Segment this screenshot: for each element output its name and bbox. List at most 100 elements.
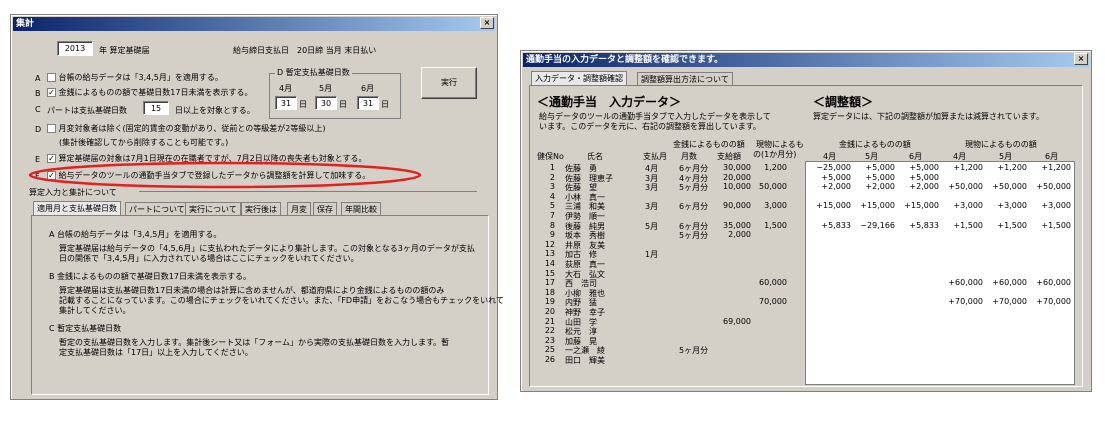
cell-no: 5 bbox=[549, 201, 555, 211]
input-data-desc: います。このデータを元に、右記の調整額を算出しています。 bbox=[539, 122, 761, 131]
option-d[interactable]: 月変対象者は除く(固定的賃金の変動があり、従前との等級差が2等級以上) bbox=[47, 123, 325, 134]
days-field-april[interactable]: 31 bbox=[275, 96, 297, 110]
cell-amount: 30,000 bbox=[723, 163, 751, 172]
tab-annual-compare[interactable]: 年間比較 bbox=[341, 202, 381, 216]
days-field-june[interactable]: 31 bbox=[357, 96, 379, 110]
header-inkind: の(1か月分) bbox=[753, 150, 797, 159]
run-button[interactable]: 実行 bbox=[421, 67, 477, 99]
day-unit: 日 bbox=[299, 100, 307, 109]
adjustment-cell: +5,000 bbox=[909, 172, 939, 182]
adjustment-cell: +1,200 bbox=[1041, 163, 1071, 172]
cell-no: 4 bbox=[549, 191, 555, 201]
summary-window: 集計 × 2013 年 算定基礎届 給与締日支払日 20日締 当月 末日払い A… bbox=[10, 14, 504, 400]
adjustment-cell: −25,000 bbox=[816, 163, 851, 172]
adjustment-cell: +70,000 bbox=[992, 297, 1027, 307]
adjustment-cell: −29,166 bbox=[860, 220, 895, 230]
adjustment-cell: +5,833 bbox=[909, 220, 939, 230]
cell-months: 6ヶ月分 bbox=[679, 202, 709, 212]
cell-months: 5ヶ月分 bbox=[679, 346, 709, 356]
tab-input-check[interactable]: 入力データ・調整額確認 bbox=[531, 71, 627, 85]
adjustment-cell: +60,000 bbox=[992, 278, 1027, 288]
cell-months: 5ヶ月分 bbox=[679, 183, 709, 193]
adjustment-cell: +5,833 bbox=[821, 220, 851, 230]
cell-no: 12 bbox=[544, 239, 555, 249]
cell-no: 23 bbox=[544, 335, 555, 345]
adjustment-cell: +3,000 bbox=[953, 201, 983, 211]
help-a-head: A 台帳の給与データは「3,4,5月」を適用する。 bbox=[49, 230, 222, 239]
cell-inkind: 1,200 bbox=[764, 163, 787, 172]
cell-no: 7 bbox=[549, 211, 555, 220]
option-a-checkbox[interactable] bbox=[47, 73, 56, 82]
section-divider bbox=[139, 191, 477, 192]
cell-inkind: 60,000 bbox=[759, 278, 787, 288]
day-unit: 日 bbox=[339, 100, 347, 109]
option-d-note: (集計後確認してから削除することも可能です。) bbox=[59, 138, 229, 147]
cell-no: 21 bbox=[544, 316, 555, 326]
highlight-ellipse bbox=[28, 161, 422, 189]
cell-no: 14 bbox=[544, 259, 555, 268]
option-b-label: 金銭によるものの額で基礎日数17日未満を表示する。 bbox=[58, 88, 253, 97]
cell-inkind: 1,500 bbox=[764, 220, 787, 230]
adjustment-cell: +5,000 bbox=[865, 172, 895, 182]
close-button[interactable]: × bbox=[480, 17, 494, 29]
option-b[interactable]: ✓ 金銭によるものの額で基礎日数17日未満を表示する。 bbox=[47, 87, 252, 98]
help-b-head: B 金銭によるものの額で基礎日数17日未満を表示する。 bbox=[49, 272, 251, 281]
adjustment-cell: +1,500 bbox=[953, 220, 983, 230]
cell-no: 3 bbox=[549, 182, 555, 192]
close-button[interactable]: × bbox=[1074, 53, 1088, 65]
days-field-may[interactable]: 30 bbox=[315, 96, 337, 110]
window-title: 通勤手当の入力データと調整額を確認できます。 bbox=[523, 53, 1089, 67]
option-d-label: 月変対象者は除く(固定的賃金の変動があり、従前との等級差が2等級以上) bbox=[58, 124, 326, 133]
tab-after-run[interactable]: 実行後は bbox=[241, 202, 281, 216]
cell-inkind: 50,000 bbox=[759, 182, 787, 192]
cell-name: 田口 輝美 bbox=[565, 356, 605, 365]
adj-header-cash: 金銭によるものの額 bbox=[839, 140, 911, 149]
adjustment-cell: +5,000 bbox=[909, 163, 939, 172]
adjustment-cell: +3,000 bbox=[997, 201, 1027, 211]
tab-save[interactable]: 保存 bbox=[313, 202, 337, 216]
year-field[interactable]: 2013 bbox=[57, 41, 93, 56]
adjustment-cell: +50,000 bbox=[948, 182, 983, 192]
adjustment-desc: 算定データには、下記の調整額が加算または減算されています。 bbox=[813, 112, 1044, 121]
option-b-checkbox[interactable]: ✓ bbox=[47, 88, 56, 97]
option-a[interactable]: 台帳の給与データは「3,4,5月」を適用する。 bbox=[47, 72, 223, 83]
tab-monthly-change[interactable]: 月変 bbox=[287, 202, 311, 216]
help-c-head: C 暫定支払基礎日数 bbox=[49, 324, 122, 333]
adjustment-cell: +60,000 bbox=[1036, 278, 1071, 288]
input-data-heading: ＜通勤手当 入力データ＞ bbox=[537, 95, 682, 109]
tab-calc-method[interactable]: 調整額算出方法について bbox=[637, 72, 733, 86]
cell-no: 18 bbox=[544, 287, 555, 297]
adjustment-cell: +5,000 bbox=[865, 163, 895, 172]
adjustment-cell: +70,000 bbox=[948, 297, 983, 307]
tab-part-time[interactable]: パートについて bbox=[125, 202, 189, 216]
cell-no: 2 bbox=[549, 172, 555, 182]
adjustment-cell: +50,000 bbox=[992, 182, 1027, 192]
adjustment-cell: +1,500 bbox=[997, 220, 1027, 230]
tab-run[interactable]: 実行について bbox=[185, 202, 241, 216]
adjustment-cell: +5,000 bbox=[821, 172, 851, 182]
cell-amount: 69,000 bbox=[723, 316, 751, 326]
adjustment-cell: +2,000 bbox=[821, 182, 851, 192]
tab-applied-month[interactable]: 適用月と支払基礎日数 bbox=[33, 201, 121, 215]
cell-no: 19 bbox=[544, 297, 555, 307]
cell-no: 13 bbox=[544, 249, 555, 259]
cell-no: 26 bbox=[544, 355, 555, 364]
adjustment-cell: +3,000 bbox=[1041, 201, 1071, 211]
month-label-5: 5月 bbox=[319, 84, 333, 93]
help-b-body: 集計してください。 bbox=[59, 306, 131, 315]
cell-no: 8 bbox=[549, 220, 555, 230]
option-d-checkbox[interactable] bbox=[47, 124, 56, 133]
option-letter-b: B bbox=[35, 89, 41, 98]
adjustment-cell: +60,000 bbox=[948, 278, 983, 288]
cell-pay-month: 1月 bbox=[645, 250, 659, 260]
option-c-post: 日以上を対象とする。 bbox=[175, 106, 255, 115]
pay-cycle-info: 給与締日支払日 20日締 当月 末日払い bbox=[233, 46, 377, 55]
cell-pay-month: 5月 bbox=[645, 221, 659, 231]
help-a-body: 日の関係で「3,4,5月」に入力されている場合はここにチェックをいれてください。 bbox=[59, 254, 359, 263]
cell-no: 20 bbox=[544, 307, 555, 316]
option-letter-d: D bbox=[35, 125, 42, 134]
cell-inkind: 3,000 bbox=[764, 201, 787, 211]
adjustment-cell: +1,500 bbox=[1041, 220, 1071, 230]
option-letter-a: A bbox=[35, 74, 41, 83]
part-time-days-field[interactable]: 15 bbox=[143, 101, 169, 115]
